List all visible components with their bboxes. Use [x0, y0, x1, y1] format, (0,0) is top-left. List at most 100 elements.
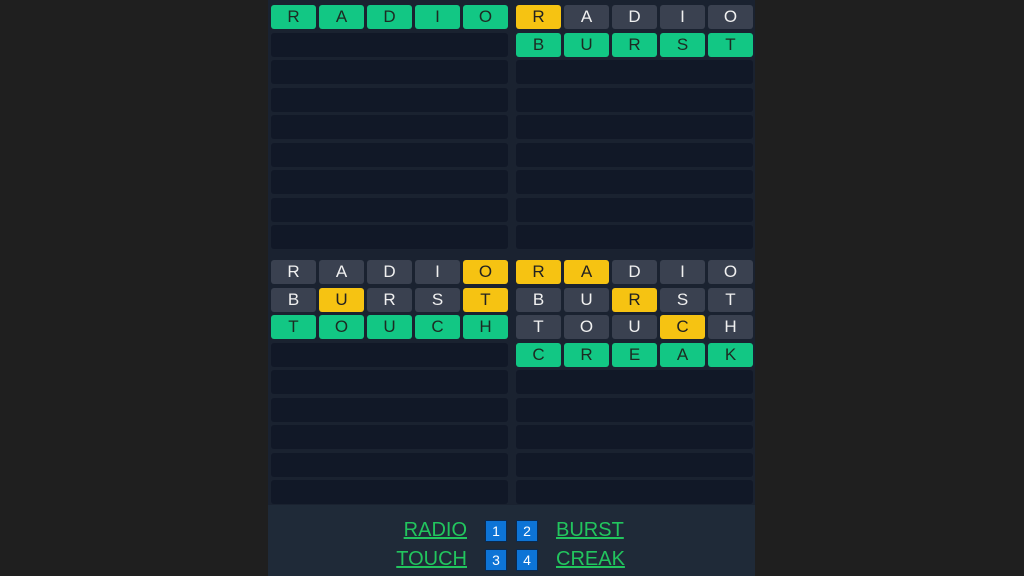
letter-tile: D: [612, 5, 657, 29]
letter-tile: C: [415, 315, 460, 339]
empty-row: [516, 425, 753, 449]
letter-tile: O: [319, 315, 364, 339]
letter-tile: C: [660, 315, 705, 339]
letter-tile: S: [660, 287, 705, 312]
letter-tile: R: [516, 5, 561, 29]
empty-row: [516, 480, 753, 504]
letter-tile: D: [367, 5, 412, 29]
letter-tile: T: [708, 32, 753, 57]
letter-tile: U: [612, 315, 657, 339]
answer-4[interactable]: CREAK: [556, 548, 625, 571]
letter-tile: B: [271, 287, 316, 312]
letter-tile: A: [564, 260, 609, 284]
guess-row: BURST: [516, 32, 753, 57]
guess-row: RADIO: [516, 260, 753, 284]
letter-tile: O: [564, 315, 609, 339]
board-3: RADIOBURSTTOUCH: [271, 260, 508, 508]
letter-tile: H: [708, 315, 753, 339]
empty-row: [271, 60, 508, 84]
board-number-2[interactable]: 2: [516, 520, 538, 542]
letter-tile: U: [564, 287, 609, 312]
empty-row: [516, 452, 753, 477]
letter-tile: I: [415, 5, 460, 29]
empty-row: [516, 170, 753, 194]
empty-row: [271, 370, 508, 394]
empty-row: [271, 452, 508, 477]
letter-tile: U: [319, 287, 364, 312]
letter-tile: R: [612, 32, 657, 57]
empty-row: [516, 197, 753, 222]
letter-tile: B: [516, 32, 561, 57]
empty-row: [516, 142, 753, 167]
letter-tile: H: [463, 315, 508, 339]
letter-tile: O: [463, 5, 508, 29]
empty-row: [271, 115, 508, 139]
answer-3[interactable]: TOUCH: [396, 548, 467, 571]
guess-row: CREAK: [516, 342, 753, 367]
letter-tile: O: [463, 260, 508, 284]
empty-row: [271, 170, 508, 194]
letter-tile: A: [660, 342, 705, 367]
board-number-3[interactable]: 3: [485, 549, 507, 571]
letter-tile: T: [516, 315, 561, 339]
letter-tile: I: [415, 260, 460, 284]
empty-row: [516, 115, 753, 139]
guess-row: RADIO: [516, 5, 753, 29]
letter-tile: E: [612, 342, 657, 367]
letter-tile: A: [319, 5, 364, 29]
guess-row: BURST: [271, 287, 508, 312]
empty-row: [271, 425, 508, 449]
answer-1[interactable]: RADIO: [404, 519, 467, 542]
guess-row: RADIO: [271, 5, 508, 29]
letter-tile: B: [516, 287, 561, 312]
empty-row: [516, 397, 753, 422]
empty-row: [271, 197, 508, 222]
answers-footer: RADIO 1 2 BURST TOUCH 3 4 CREAK: [268, 505, 755, 576]
letter-tile: I: [660, 5, 705, 29]
letter-tile: D: [612, 260, 657, 284]
empty-row: [271, 397, 508, 422]
empty-row: [271, 342, 508, 367]
letter-tile: R: [271, 260, 316, 284]
letter-tile: S: [415, 287, 460, 312]
board-4: RADIOBURSTTOUCHCREAK: [516, 260, 753, 508]
letter-tile: O: [708, 5, 753, 29]
letter-tile: C: [516, 342, 561, 367]
empty-row: [516, 60, 753, 84]
empty-row: [271, 225, 508, 249]
empty-row: [271, 480, 508, 504]
letter-tile: R: [367, 287, 412, 312]
empty-row: [516, 225, 753, 249]
letter-tile: R: [516, 260, 561, 284]
empty-row: [271, 32, 508, 57]
letter-tile: U: [564, 32, 609, 57]
answer-2[interactable]: BURST: [556, 519, 624, 542]
guess-row: TOUCH: [271, 315, 508, 339]
empty-row: [271, 87, 508, 112]
letter-tile: A: [564, 5, 609, 29]
guess-row: TOUCH: [516, 315, 753, 339]
board-number-4[interactable]: 4: [516, 549, 538, 571]
letter-tile: T: [463, 287, 508, 312]
letter-tile: I: [660, 260, 705, 284]
board-2: RADIOBURST: [516, 5, 753, 253]
game-area: RADIO RADIOBURST RADIOBURSTTOUCH RADIOBU…: [268, 0, 755, 576]
letter-tile: O: [708, 260, 753, 284]
board-number-1[interactable]: 1: [485, 520, 507, 542]
letter-tile: R: [564, 342, 609, 367]
letter-tile: R: [271, 5, 316, 29]
letter-tile: T: [271, 315, 316, 339]
guess-row: BURST: [516, 287, 753, 312]
letter-tile: U: [367, 315, 412, 339]
letter-tile: K: [708, 342, 753, 367]
empty-row: [516, 370, 753, 394]
letter-tile: A: [319, 260, 364, 284]
guess-row: RADIO: [271, 260, 508, 284]
letter-tile: T: [708, 287, 753, 312]
letter-tile: S: [660, 32, 705, 57]
board-1: RADIO: [271, 5, 508, 253]
empty-row: [516, 87, 753, 112]
letter-tile: D: [367, 260, 412, 284]
empty-row: [271, 142, 508, 167]
letter-tile: R: [612, 287, 657, 312]
